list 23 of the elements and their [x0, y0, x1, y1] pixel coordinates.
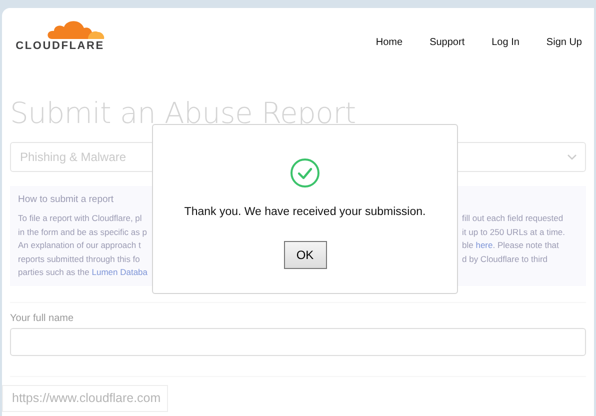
ok-button[interactable]: OK [284, 241, 326, 269]
info-text-line: To file a report with Cloudflare, pl [18, 212, 143, 225]
cloudflare-logo[interactable]: CLOUDFLARE [14, 18, 106, 52]
info-text-line: ble here. Please note that [462, 239, 560, 252]
info-text-line: fill out each field requested [462, 212, 564, 225]
nav-link[interactable]: Home [376, 37, 403, 48]
nav-link[interactable]: Log In [492, 37, 520, 48]
info-text-line: d by Cloudflare to third [462, 252, 549, 266]
full-name-field[interactable] [10, 328, 586, 356]
status-url: https://www.cloudflare.com [2, 385, 168, 412]
nav-link[interactable]: Sign Up [546, 37, 582, 48]
nav-link[interactable]: Support [430, 37, 465, 48]
logo-text: CLOUDFLARE [16, 40, 104, 52]
info-text-line: An explanation of our approach t [18, 239, 142, 252]
field-label: Your full name [10, 312, 75, 324]
dialog-message: Thank you. We have received your submission. [184, 206, 426, 218]
info-text-line: parties such as the Lumen Databa [18, 266, 148, 279]
info-text-line: it up to 250 URLs at a time. [462, 226, 566, 239]
chevron-down-icon [567, 154, 577, 160]
info-text-line: in the form and be as specific as p [18, 226, 148, 239]
info-heading: How to submit a report [18, 194, 115, 205]
info-text-line: reports submitted through this fo [18, 252, 141, 266]
success-check-icon [290, 158, 320, 188]
